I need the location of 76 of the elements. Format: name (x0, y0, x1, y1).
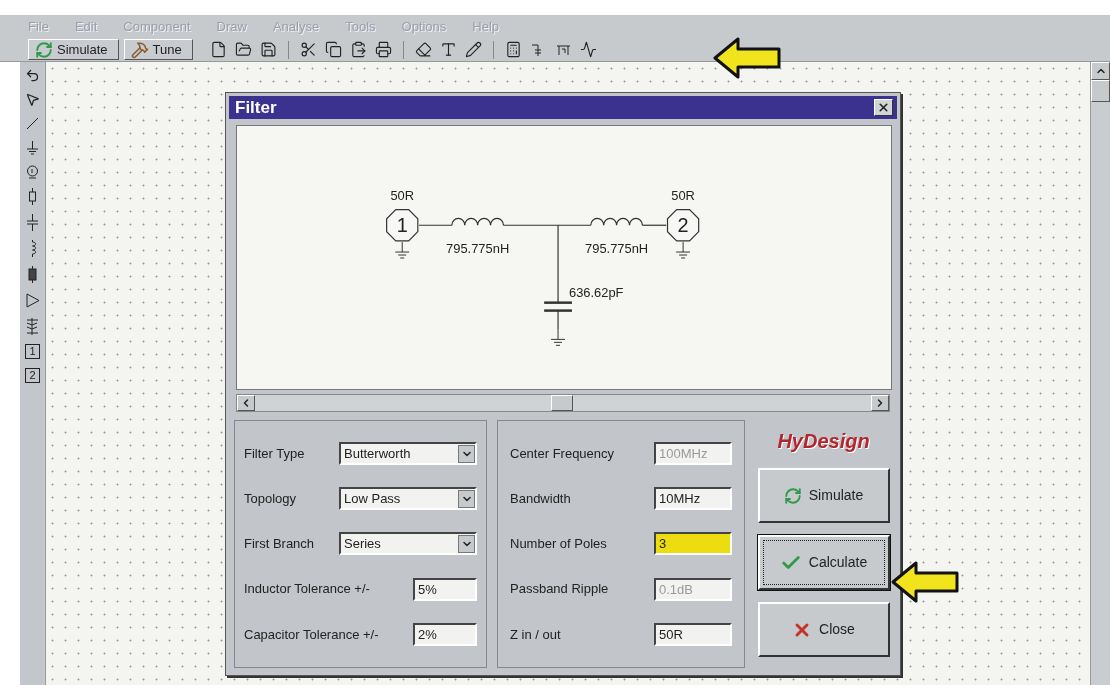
crystal-icon[interactable] (25, 266, 40, 283)
ground-icon (550, 328, 566, 346)
cut-icon[interactable] (299, 41, 317, 58)
component-value: 636.62pF (568, 284, 624, 300)
text-tool-icon[interactable] (439, 41, 457, 58)
dialog-title: Filter (235, 96, 277, 119)
wire-icon[interactable] (25, 116, 40, 131)
new-file-icon[interactable] (209, 41, 227, 58)
transformer-icon[interactable] (25, 318, 40, 335)
field-label: Z in / out (510, 625, 561, 644)
wire (641, 224, 667, 226)
eraser-icon[interactable] (414, 41, 432, 58)
port-impedance: 50R (390, 188, 415, 204)
input-field[interactable]: 5% (413, 577, 477, 601)
dialog-button[interactable]: Simulate (757, 468, 890, 523)
copy-icon[interactable] (324, 41, 342, 58)
field-label: First Branch (244, 535, 315, 554)
port-symbol (666, 209, 700, 242)
close-button[interactable] (874, 99, 893, 116)
field-label: Number of Poles (510, 535, 607, 554)
component-value: 795.775nH (585, 241, 649, 257)
port-impedance: 50R (671, 188, 695, 204)
scroll-thumb[interactable] (1091, 80, 1110, 102)
input-field[interactable]: 10MHz (654, 487, 732, 511)
field-label: Center Frequency (510, 444, 615, 463)
port-number: 1 (396, 214, 408, 237)
port-number: 2 (677, 214, 689, 237)
ground-icon (675, 241, 691, 259)
port-symbol (386, 209, 419, 242)
refresh-icon (783, 486, 802, 505)
scroll-left-button[interactable] (237, 395, 255, 411)
calculator-icon[interactable] (504, 41, 522, 58)
capacitor-icon[interactable] (25, 214, 40, 231)
callout-arrow (712, 36, 782, 80)
scroll-up-button[interactable] (1091, 62, 1110, 80)
close-icon (877, 101, 890, 114)
pencil-icon[interactable] (464, 41, 482, 58)
toolbar-button[interactable]: Simulate (28, 39, 119, 60)
ground-tool-icon[interactable] (25, 140, 40, 155)
callout-arrow (890, 560, 960, 604)
printer-icon[interactable] (374, 41, 392, 58)
input-field[interactable]: 50R (654, 622, 732, 646)
source-icon[interactable] (25, 164, 40, 179)
field-label: Bandwidth (510, 490, 571, 509)
save-icon[interactable] (259, 41, 277, 58)
inductor-symbol (451, 217, 505, 226)
amplifier-icon[interactable] (24, 292, 41, 309)
rotate-icon[interactable] (25, 68, 40, 83)
field-label: Inductor Tolerance +/- (244, 580, 370, 599)
pointer-icon[interactable] (25, 92, 40, 107)
toolbar-button[interactable]: Tune (123, 39, 193, 60)
dialog-button[interactable]: Close (757, 602, 890, 657)
dropdown[interactable]: Series (339, 532, 477, 556)
field-label: Topology (244, 490, 297, 509)
logo: HyDesign (777, 429, 870, 454)
field-label: Capacitor Tolerance +/- (244, 625, 379, 644)
hammer-icon (130, 40, 149, 59)
dropdown[interactable]: Low Pass (339, 487, 477, 511)
scroll-thumb[interactable] (551, 395, 573, 411)
ground-icon (394, 241, 410, 259)
inductor-symbol (590, 217, 644, 226)
wire (418, 224, 453, 226)
field-label: Filter Type (244, 444, 305, 463)
port-tool[interactable]: 2 (25, 368, 40, 383)
dropdown[interactable]: Butterworth (339, 442, 477, 466)
paste-icon[interactable] (349, 41, 367, 58)
input-field[interactable]: 2% (413, 622, 477, 646)
scroll-right-button[interactable] (871, 395, 889, 411)
field-label: Passband Ripple (510, 580, 609, 599)
port-tool[interactable]: 1 (25, 344, 40, 359)
input-field[interactable]: 3 (654, 532, 732, 556)
refresh-icon (35, 40, 53, 59)
filter-wave-icon[interactable] (579, 41, 597, 58)
dialog-button[interactable]: Calculate (757, 535, 890, 590)
component-value: 795.775nH (446, 241, 510, 257)
folder-icon[interactable] (234, 41, 252, 58)
